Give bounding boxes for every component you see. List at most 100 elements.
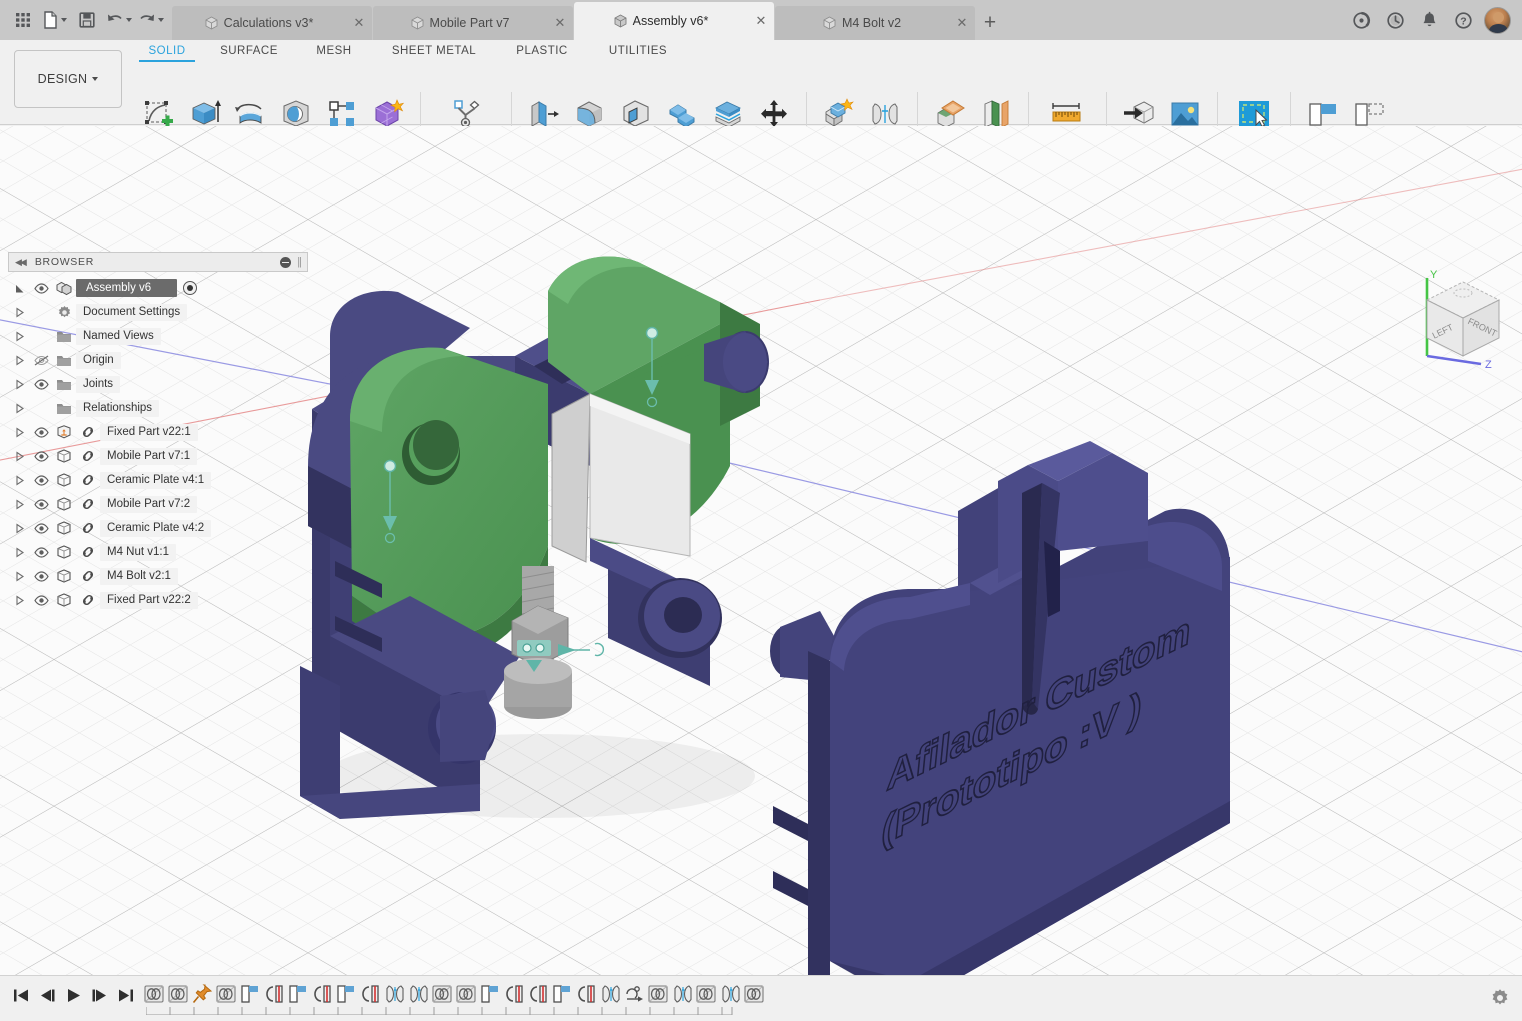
timeline-rigid-icon[interactable] [670, 980, 694, 1008]
timeline-settings-gear-icon[interactable] [1486, 984, 1514, 1012]
timeline-ground-icon[interactable] [190, 980, 214, 1008]
redo-icon[interactable] [136, 3, 166, 37]
job-status-icon[interactable] [1346, 3, 1376, 37]
viewport-canvas[interactable]: Afilador Custom (Prototipo :V ) Y Z LEFT… [0, 126, 1522, 1021]
timeline-joint-icon[interactable] [214, 980, 238, 1008]
document-tab-assembly[interactable]: Assembly v6* ✕ [574, 2, 774, 40]
undo-caret-icon[interactable] [126, 18, 132, 22]
tab-close-icon[interactable]: ✕ [346, 15, 372, 31]
document-tab-m4-bolt[interactable]: M4 Bolt v2 ✕ [775, 6, 975, 40]
notifications-bell-icon[interactable] [1414, 3, 1444, 37]
ribbon-tab-utilities[interactable]: UTILITIES [590, 42, 686, 62]
ribbon-tab-plastic[interactable]: PLASTIC [494, 42, 590, 62]
ribbon-tab-sheet-metal[interactable]: SHEET METAL [374, 42, 494, 62]
browser-root-row[interactable]: Assembly v6 [8, 276, 308, 300]
browser-item-fixed-part-v22-2[interactable]: Fixed Part v22:2 [8, 588, 308, 612]
help-icon[interactable]: ? [1448, 3, 1478, 37]
timeline-joint-icon[interactable] [142, 980, 166, 1008]
expand-triangle-icon[interactable] [8, 594, 30, 606]
visibility-eye-icon[interactable] [30, 522, 52, 534]
visibility-eye-icon[interactable] [30, 450, 52, 462]
timeline-rigid-icon[interactable] [382, 980, 406, 1008]
timeline-rigid-icon[interactable] [598, 980, 622, 1008]
browser-item-ceramic-plate-v4-2[interactable]: Ceramic Plate v4:2 [8, 516, 308, 540]
timeline-joint-icon[interactable] [454, 980, 478, 1008]
browser-item-m4-bolt-v2-1[interactable]: M4 Bolt v2:1 [8, 564, 308, 588]
tab-close-icon[interactable]: ✕ [949, 15, 975, 31]
browser-item-fixed-part-v22-1[interactable]: Fixed Part v22:1 [8, 420, 308, 444]
new-file-icon[interactable] [40, 3, 70, 37]
browser-item-mobile-part-v7-1[interactable]: Mobile Part v7:1 [8, 444, 308, 468]
timeline-component-icon[interactable] [478, 980, 502, 1008]
browser-item-m4-nut-v1-1[interactable]: M4 Nut v1:1 [8, 540, 308, 564]
browser-item-mobile-part-v7-2[interactable]: Mobile Part v7:2 [8, 492, 308, 516]
save-icon[interactable] [72, 3, 102, 37]
document-tab-mobile-part[interactable]: Mobile Part v7 ✕ [373, 6, 573, 40]
browser-resize-grip[interactable]: || [297, 256, 302, 268]
redo-caret-icon[interactable] [158, 18, 164, 22]
browser-collapse-all-icon[interactable] [280, 256, 292, 268]
tab-close-icon[interactable]: ✕ [748, 13, 774, 29]
document-tab-calculations[interactable]: Calculations v3* ✕ [172, 6, 372, 40]
timeline-joint-icon[interactable] [646, 980, 670, 1008]
visibility-eye-icon[interactable] [30, 282, 52, 294]
expand-triangle-icon[interactable] [8, 354, 30, 366]
timeline-rigid-icon[interactable] [718, 980, 742, 1008]
visibility-eye-icon[interactable] [30, 594, 52, 606]
timeline-revolute-icon[interactable] [502, 980, 526, 1008]
browser-item-named-views[interactable]: Named Views [8, 324, 308, 348]
step-back-icon[interactable] [36, 982, 58, 1008]
expand-triangle-icon[interactable] [8, 450, 30, 462]
timeline-joint-icon[interactable] [430, 980, 454, 1008]
timeline-joint-icon[interactable] [166, 980, 190, 1008]
expand-triangle-icon[interactable] [8, 402, 30, 414]
ribbon-tab-mesh[interactable]: MESH [294, 42, 374, 62]
ribbon-tab-surface[interactable]: SURFACE [204, 42, 294, 62]
expand-triangle-icon[interactable] [8, 498, 30, 510]
new-tab-button[interactable]: + [976, 6, 1004, 40]
timeline-joint-icon[interactable] [694, 980, 718, 1008]
browser-item-relationships[interactable]: Relationships [8, 396, 308, 420]
browser-item-document-settings[interactable]: Document Settings [8, 300, 308, 324]
expand-triangle-icon[interactable] [8, 546, 30, 558]
visibility-eye-icon[interactable] [30, 378, 52, 390]
visibility-eye-icon[interactable] [30, 546, 52, 558]
expand-triangle-icon[interactable] [8, 330, 30, 342]
model-assembly-left[interactable] [290, 166, 790, 856]
browser-item-ceramic-plate-v4-1[interactable]: Ceramic Plate v4:1 [8, 468, 308, 492]
expand-triangle-icon[interactable] [8, 378, 30, 390]
go-to-beginning-icon[interactable] [10, 982, 32, 1008]
timeline-component-icon[interactable] [238, 980, 262, 1008]
timeline-revolute-icon[interactable] [574, 980, 598, 1008]
recent-activity-icon[interactable] [1380, 3, 1410, 37]
go-to-end-icon[interactable] [114, 982, 136, 1008]
expand-triangle-icon[interactable] [8, 426, 30, 438]
expand-triangle-icon[interactable] [8, 306, 30, 318]
browser-collapse-icon[interactable]: ◀◀ [15, 257, 27, 268]
undo-icon[interactable] [104, 3, 134, 37]
timeline-revolute-icon[interactable] [358, 980, 382, 1008]
expand-triangle-icon[interactable] [8, 522, 30, 534]
activate-component-radio[interactable] [183, 281, 198, 295]
timeline-joint-icon[interactable] [742, 980, 766, 1008]
ribbon-tab-solid[interactable]: SOLID [130, 42, 204, 62]
visibility-eye-off-icon[interactable] [30, 354, 52, 366]
grid-apps-icon[interactable] [8, 3, 38, 37]
step-forward-icon[interactable] [88, 982, 110, 1008]
visibility-eye-icon[interactable] [30, 570, 52, 582]
new-file-caret-icon[interactable] [61, 18, 67, 22]
timeline-revolute-icon[interactable] [526, 980, 550, 1008]
expand-triangle-icon[interactable] [8, 474, 30, 486]
tab-close-icon[interactable]: ✕ [547, 15, 573, 31]
timeline-component-icon[interactable] [286, 980, 310, 1008]
model-fixed-part-right[interactable]: Afilador Custom (Prototipo :V ) [760, 361, 1260, 1021]
play-icon[interactable] [62, 982, 84, 1008]
browser-item-joints[interactable]: Joints [8, 372, 308, 396]
visibility-eye-icon[interactable] [30, 474, 52, 486]
view-cube[interactable]: Y Z LEFT FRONT [1405, 264, 1517, 369]
visibility-eye-icon[interactable] [30, 426, 52, 438]
expand-triangle-icon[interactable] [8, 570, 30, 582]
timeline-revolute-icon[interactable] [262, 980, 286, 1008]
timeline-rigid-icon[interactable] [406, 980, 430, 1008]
browser-item-origin[interactable]: Origin [8, 348, 308, 372]
